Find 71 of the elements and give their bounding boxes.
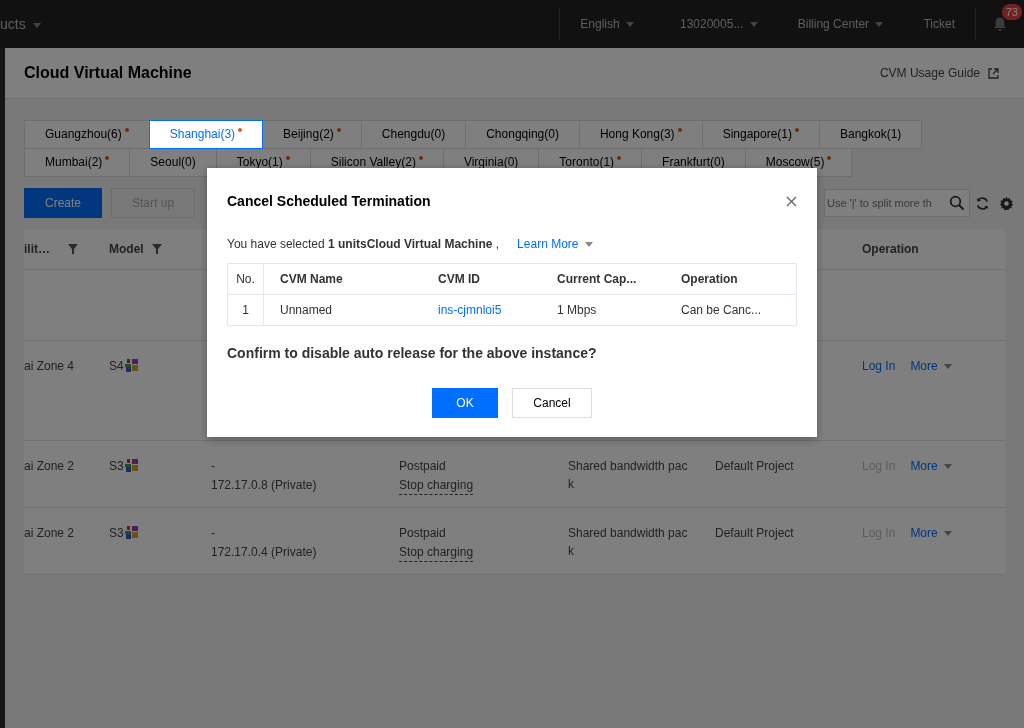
bandwidth-text: Shared bandwidth pack xyxy=(568,525,689,560)
table-cell-text: Can be Canc... xyxy=(681,303,763,317)
zone-cell-text: ai Zone 2 xyxy=(24,525,76,542)
page-title: Cloud Virtual Machine xyxy=(24,64,193,82)
billing-mode-text: Postpaid xyxy=(399,525,446,542)
bandwidth-text: Shared bandwidth pack xyxy=(568,458,689,493)
stop-charging-link[interactable]: Stop charging xyxy=(399,543,474,562)
learn-more-link[interactable]: Learn More xyxy=(517,237,593,251)
column-header: Operation xyxy=(862,242,919,256)
private-ip-text: 172.17.0.8 (Private) xyxy=(211,477,317,494)
region-tab[interactable]: Chengdu(0) xyxy=(360,120,467,149)
project-text: Default Project xyxy=(715,459,794,473)
column-header: Model xyxy=(109,242,144,256)
region-tab[interactable]: Singapore(1) xyxy=(701,120,820,149)
model-badge-icon xyxy=(124,458,139,472)
log-in-link[interactable]: Log In xyxy=(862,357,896,375)
more-menu[interactable]: More xyxy=(910,357,953,375)
region-tab[interactable]: Chongqing(0) xyxy=(465,120,580,149)
zone-cell-text: ai Zone 2 xyxy=(24,458,76,475)
settings-icon[interactable] xyxy=(999,195,1014,211)
external-link-icon[interactable] xyxy=(988,67,999,79)
notification-count-badge: 73 xyxy=(1001,4,1022,20)
products-menu[interactable]: ucts xyxy=(0,16,61,32)
project-text: Default Project xyxy=(715,526,794,540)
table-cell: 1 xyxy=(228,295,264,325)
column-header: Current Cap... xyxy=(557,272,638,286)
column-header: No. xyxy=(228,264,264,294)
dialog-button[interactable]: Cancel xyxy=(512,388,592,418)
region-tab[interactable]: Beijing(2) xyxy=(262,120,362,149)
model-badge-icon xyxy=(124,525,139,539)
region-tab[interactable]: Mumbai(2) xyxy=(24,148,131,177)
ticket-link[interactable]: Ticket xyxy=(923,17,975,31)
selection-summary: You have selected 1 unitsCloud Virtual Machine , xyxy=(227,237,500,251)
model-cell-text: S3 xyxy=(109,525,124,542)
table-cell-text: 1 Mbps xyxy=(557,303,598,317)
table-cell-text: Unnamed xyxy=(279,303,334,317)
column-header: CVM ID xyxy=(438,272,481,286)
region-tab[interactable]: Guangzhou(6) xyxy=(24,120,150,149)
more-menu[interactable]: More xyxy=(910,457,953,475)
region-tab[interactable]: Seoul(0) xyxy=(129,148,217,177)
search-field[interactable]: Use '|' to split more th xyxy=(824,189,970,217)
stop-charging-link[interactable]: Stop charging xyxy=(399,476,474,495)
usage-guide-link[interactable]: CVM Usage Guide xyxy=(879,66,980,80)
region-tab[interactable]: Hong Kong(3) xyxy=(578,120,703,149)
search-icon[interactable] xyxy=(949,195,965,211)
filter-icon[interactable] xyxy=(68,244,78,254)
dialog-button[interactable]: OK xyxy=(432,388,498,418)
refresh-icon[interactable] xyxy=(975,195,990,211)
private-ip-text: 172.17.0.4 (Private) xyxy=(211,544,317,561)
close-icon[interactable] xyxy=(786,195,797,207)
region-tab[interactable]: Shanghai(3) xyxy=(148,120,264,149)
column-header: Operation xyxy=(681,272,739,286)
instance-id-link[interactable]: ins-cjmnloi5 xyxy=(438,303,557,317)
zone-cell-text: ai Zone 4 xyxy=(24,358,76,375)
public-ip-text: - xyxy=(211,458,215,475)
model-cell-text: S4 xyxy=(109,358,124,375)
filter-icon[interactable] xyxy=(151,244,162,254)
billing-center-menu[interactable]: Billing Center xyxy=(797,17,904,31)
account-menu[interactable]: 13020005... xyxy=(680,17,778,31)
more-menu[interactable]: More xyxy=(910,524,953,542)
region-tab[interactable]: Bangkok(1) xyxy=(819,120,923,149)
model-cell-text: S3 xyxy=(109,458,124,475)
public-ip-text: - xyxy=(211,525,215,542)
confirm-question: Confirm to disable auto release for the above instance? xyxy=(227,345,598,361)
column-header: CVM Name xyxy=(279,272,344,286)
language-menu[interactable]: English xyxy=(580,17,654,31)
dialog-title: Cancel Scheduled Termination xyxy=(227,193,431,209)
billing-mode-text: Postpaid xyxy=(399,458,446,475)
column-header: ilit… xyxy=(24,242,50,256)
toolbar-button[interactable]: Create xyxy=(24,188,103,218)
model-badge-icon xyxy=(124,358,139,372)
